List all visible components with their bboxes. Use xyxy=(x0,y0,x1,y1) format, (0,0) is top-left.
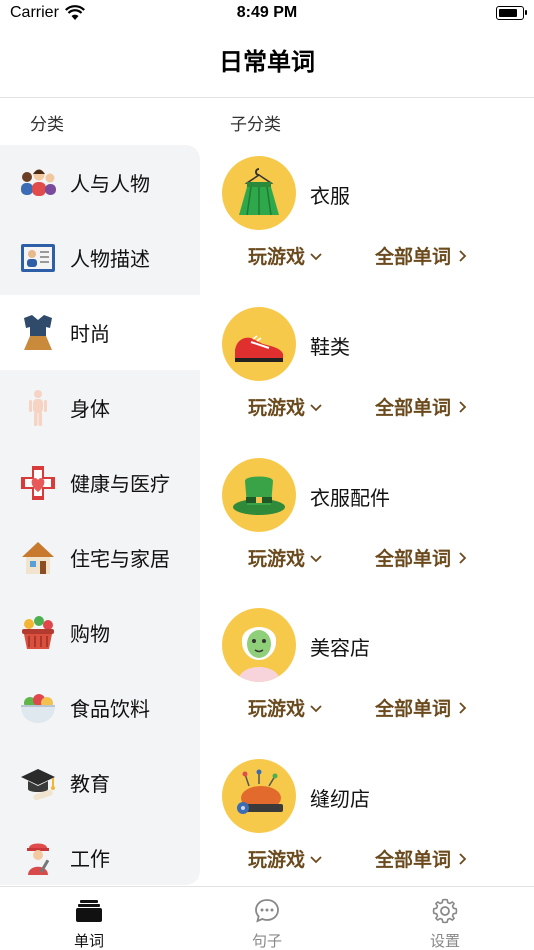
category-item-body[interactable]: 身体 xyxy=(0,370,200,445)
sneaker-icon xyxy=(235,335,283,362)
shopping-basket-icon xyxy=(18,613,58,653)
category-label: 健康与医疗 xyxy=(70,472,170,496)
play-game-button[interactable]: 玩游戏 xyxy=(248,845,323,872)
category-label: 购物 xyxy=(70,622,110,646)
pincushion-icon xyxy=(237,769,283,814)
chevron-right-icon xyxy=(459,551,467,564)
category-label: 食品饮料 xyxy=(70,697,150,721)
play-game-label: 玩游戏 xyxy=(248,849,306,871)
chat-bubble-icon xyxy=(253,897,281,924)
all-words-label: 全部单词 xyxy=(375,548,452,570)
all-words-label: 全部单词 xyxy=(375,698,452,720)
category-label: 工作 xyxy=(70,847,110,871)
house-icon xyxy=(18,538,58,578)
tab-bar: 单词 句子 设置 xyxy=(0,886,534,950)
all-words-button[interactable]: 全部单词 xyxy=(375,544,469,571)
subcategory-name: 衣服配件 xyxy=(310,486,390,510)
status-bar: Carrier 8:49 PM xyxy=(0,0,534,28)
all-words-label: 全部单词 xyxy=(375,397,452,419)
page-title: 日常单词 xyxy=(219,48,315,76)
all-words-button[interactable]: 全部单词 xyxy=(375,242,469,269)
category-label: 人物描述 xyxy=(70,247,150,271)
play-game-label: 玩游戏 xyxy=(248,548,306,570)
play-game-label: 玩游戏 xyxy=(248,246,306,268)
battery-fill xyxy=(499,9,517,17)
clothing-icon xyxy=(18,313,58,353)
subcategory-image[interactable] xyxy=(222,458,296,532)
face-mask-icon xyxy=(238,627,280,682)
all-words-button[interactable]: 全部单词 xyxy=(375,694,469,721)
subcategory-item-shoes: 鞋类 玩游戏 全部单词 xyxy=(220,297,520,447)
subcategory-header: 子分类 xyxy=(230,115,281,135)
subcategory-image[interactable] xyxy=(222,608,296,682)
category-label: 住宅与家居 xyxy=(70,547,170,571)
play-game-button[interactable]: 玩游戏 xyxy=(248,242,323,269)
category-item-home[interactable]: 住宅与家居 xyxy=(0,520,200,595)
all-words-label: 全部单词 xyxy=(375,246,452,268)
navigation-bar: 日常单词 xyxy=(0,28,534,98)
category-sidebar: 人与人物 人物描述 时尚 身体 健康与医疗 住宅与家居 购物 食品饮料 教育 工… xyxy=(0,145,200,885)
all-words-button[interactable]: 全部单词 xyxy=(375,845,469,872)
subcategory-image[interactable] xyxy=(222,307,296,381)
category-item-work[interactable]: 工作 xyxy=(0,820,200,885)
tab-settings[interactable]: 设置 xyxy=(356,887,534,950)
play-game-label: 玩游戏 xyxy=(248,397,306,419)
category-item-shopping[interactable]: 购物 xyxy=(0,595,200,670)
people-icon xyxy=(18,163,58,203)
food-bowl-icon xyxy=(18,688,58,728)
top-hat-icon xyxy=(233,476,285,515)
play-game-button[interactable]: 玩游戏 xyxy=(248,694,323,721)
category-label: 人与人物 xyxy=(70,172,150,196)
subcategory-name: 鞋类 xyxy=(310,335,350,359)
play-game-button[interactable]: 玩游戏 xyxy=(248,544,323,571)
medical-cross-icon xyxy=(18,463,58,503)
category-item-health[interactable]: 健康与医疗 xyxy=(0,445,200,520)
tab-label: 句子 xyxy=(251,932,282,950)
graduation-cap-icon xyxy=(18,763,58,803)
skirt-on-hanger-icon xyxy=(239,168,279,216)
subcategory-image[interactable] xyxy=(222,156,296,230)
category-item-food[interactable]: 食品饮料 xyxy=(0,670,200,745)
category-label: 时尚 xyxy=(70,322,110,346)
chevron-down-icon xyxy=(310,403,322,411)
tab-label: 设置 xyxy=(429,932,460,950)
play-game-label: 玩游戏 xyxy=(248,698,306,720)
tab-label: 单词 xyxy=(73,932,104,950)
chevron-down-icon xyxy=(310,704,322,712)
chevron-down-icon xyxy=(310,252,322,260)
chevron-right-icon xyxy=(459,400,467,413)
category-label: 教育 xyxy=(70,772,110,796)
profile-card-icon xyxy=(18,238,58,278)
tab-words[interactable]: 单词 xyxy=(0,887,178,950)
subcategory-item-beauty-salon: 美容店 玩游戏 全部单词 xyxy=(220,598,520,748)
chevron-right-icon xyxy=(459,701,467,714)
subcategory-item-clothes: 衣服 玩游戏 全部单词 xyxy=(220,146,520,296)
subcategory-item-sewing-shop: 缝纫店 玩游戏 全部单词 xyxy=(220,749,520,899)
worker-icon xyxy=(18,838,58,878)
category-item-education[interactable]: 教育 xyxy=(0,745,200,820)
all-words-button[interactable]: 全部单词 xyxy=(375,393,469,420)
chevron-right-icon xyxy=(459,852,467,865)
chevron-down-icon xyxy=(310,554,322,562)
body-icon xyxy=(18,388,58,428)
gear-icon xyxy=(431,897,459,924)
play-game-button[interactable]: 玩游戏 xyxy=(248,393,323,420)
subcategory-name: 衣服 xyxy=(310,184,350,208)
subcategory-image[interactable] xyxy=(222,759,296,833)
tab-sentences[interactable]: 句子 xyxy=(178,887,356,950)
category-header: 分类 xyxy=(30,115,64,135)
status-time: 8:49 PM xyxy=(236,4,298,21)
chevron-down-icon xyxy=(310,855,322,863)
all-words-label: 全部单词 xyxy=(375,849,452,871)
battery-icon xyxy=(496,6,527,20)
subcategory-name: 美容店 xyxy=(310,636,370,660)
subcategory-name: 缝纫店 xyxy=(310,787,370,811)
subcategory-item-accessories: 衣服配件 玩游戏 全部单词 xyxy=(220,448,520,598)
category-item-people[interactable]: 人与人物 xyxy=(0,145,200,220)
category-item-description[interactable]: 人物描述 xyxy=(0,220,200,295)
cards-stack-icon xyxy=(75,897,103,924)
category-item-fashion[interactable]: 时尚 xyxy=(0,295,200,370)
category-label: 身体 xyxy=(70,397,110,421)
chevron-right-icon xyxy=(459,249,467,262)
